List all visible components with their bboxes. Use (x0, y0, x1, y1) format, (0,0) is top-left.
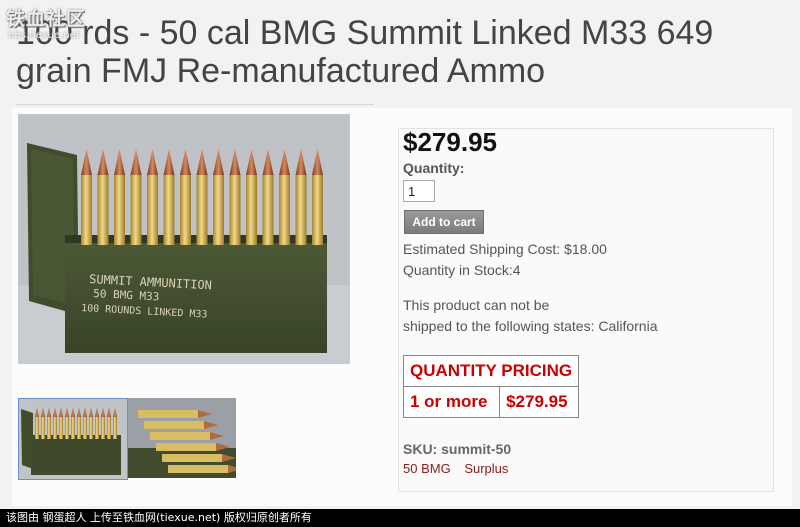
thumbnail-linked-rounds-image (128, 398, 236, 478)
linked-round (150, 432, 224, 440)
product-title: 100 rds - 50 cal BMG Summit Linked M33 6… (16, 14, 714, 90)
product-thumbnail-1[interactable] (18, 398, 128, 480)
tag-link-50-bmg[interactable]: 50 BMG (403, 461, 451, 476)
quantity-label: Quantity: (403, 160, 465, 176)
product-tags: 50 BMG Surplus (403, 461, 518, 476)
quantity-pricing-table: QUANTITY PRICING 1 or more $279.95 (402, 355, 580, 418)
product-main-image[interactable]: SUMMIT AMMUNITION 50 BMG M33 100 ROUNDS … (18, 114, 350, 364)
linked-round (138, 410, 212, 418)
shipping-restriction-line2: shipped to the following states: Califor… (403, 318, 658, 334)
title-divider (16, 104, 374, 105)
watermark-logo: 铁血社区 (6, 8, 87, 30)
quantity-input[interactable] (403, 180, 435, 202)
pricing-price-cell: $279.95 (499, 386, 580, 418)
tag-link-surplus[interactable]: Surplus (464, 461, 508, 476)
stock-quantity: Quantity in Stock:4 (403, 262, 521, 278)
thumbnail-can-image (19, 399, 127, 479)
shipping-cost: Estimated Shipping Cost: $18.00 (403, 241, 607, 257)
product-thumbnail-2[interactable] (128, 398, 236, 478)
linked-round (168, 465, 236, 473)
shipping-restriction-line1: This product can not be (403, 297, 550, 313)
product-price: $279.95 (403, 127, 497, 157)
product-sku: SKU: summit-50 (403, 441, 512, 457)
linked-round (162, 454, 236, 462)
pricing-quantity-cell: 1 or more (402, 386, 501, 418)
watermark-url: bbs.tiexue.net (8, 30, 80, 41)
linked-round (156, 443, 230, 451)
ammo-can-illustration: SUMMIT AMMUNITION 50 BMG M33 100 ROUNDS … (19, 115, 349, 363)
linked-round (144, 421, 218, 429)
add-to-cart-button[interactable]: Add to cart (404, 210, 484, 234)
image-credit-footer: 该图由 钢蛋超人 上传至铁血网(tiexue.net) 版权归原创者所有 (0, 509, 800, 527)
quantity-pricing-header: QUANTITY PRICING (402, 355, 580, 387)
